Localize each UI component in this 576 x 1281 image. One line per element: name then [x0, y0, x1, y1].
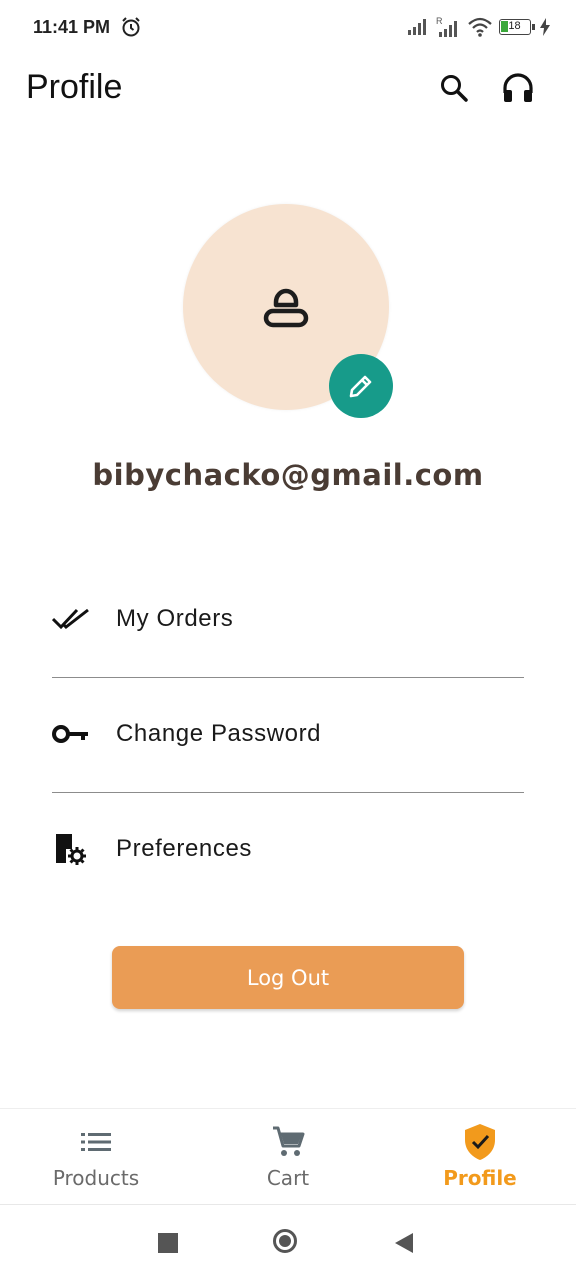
- bottom-navigation: Products Cart Profile: [0, 1108, 576, 1205]
- support-button[interactable]: [498, 68, 538, 108]
- user-email: bibychacko@gmail.com: [92, 458, 484, 492]
- edit-avatar-button[interactable]: [329, 354, 393, 418]
- person-icon: [263, 288, 309, 328]
- status-time: 11:41 PM: [33, 17, 111, 37]
- profile-avatar-section: [183, 204, 393, 418]
- menu-label: Change Password: [116, 720, 322, 747]
- wifi-icon: [468, 17, 492, 37]
- battery-icon: 18: [499, 19, 535, 35]
- menu-label: Preferences: [116, 835, 252, 862]
- menu-label: My Orders: [116, 605, 234, 632]
- charging-icon: [540, 18, 550, 36]
- app-bar: Profile: [0, 56, 576, 122]
- nav-label-products: Products: [52, 1166, 140, 1190]
- cell-signal-icon: [408, 19, 426, 35]
- search-button[interactable]: [434, 68, 474, 108]
- cell-signal-roaming-icon: R: [436, 16, 457, 37]
- cart-icon: [268, 1122, 308, 1162]
- nav-label-cart: Cart: [266, 1166, 310, 1190]
- nav-item-profile[interactable]: Profile: [384, 1109, 576, 1205]
- system-navigation-bar: [0, 1204, 576, 1281]
- menu-item-preferences[interactable]: Preferences: [52, 809, 524, 889]
- nav-label-profile: Profile: [443, 1166, 517, 1190]
- menu-item-change-password[interactable]: Change Password: [52, 694, 524, 774]
- divider: [52, 677, 524, 678]
- status-bar: 11:41 PM R 18: [0, 0, 576, 56]
- alarm-icon: [122, 17, 140, 37]
- page-title: Profile: [26, 68, 123, 106]
- recents-button[interactable]: [158, 1233, 178, 1253]
- preferences-icon: [52, 830, 90, 868]
- double-check-icon: [52, 600, 90, 638]
- headphones-icon: [503, 73, 533, 102]
- shield-check-icon: [460, 1122, 500, 1162]
- nav-item-cart[interactable]: Cart: [192, 1109, 384, 1205]
- logout-button[interactable]: Log Out: [112, 946, 464, 1009]
- back-button[interactable]: [394, 1232, 414, 1254]
- list-icon: [76, 1122, 116, 1162]
- svg-text:R: R: [436, 16, 443, 26]
- battery-level: 18: [508, 20, 521, 32]
- key-icon: [52, 715, 90, 753]
- pencil-icon: [349, 375, 372, 398]
- divider: [52, 792, 524, 793]
- search-icon: [441, 75, 468, 102]
- menu-item-my-orders[interactable]: My Orders: [52, 579, 524, 659]
- home-button[interactable]: [273, 1229, 297, 1253]
- nav-item-products[interactable]: Products: [0, 1109, 192, 1205]
